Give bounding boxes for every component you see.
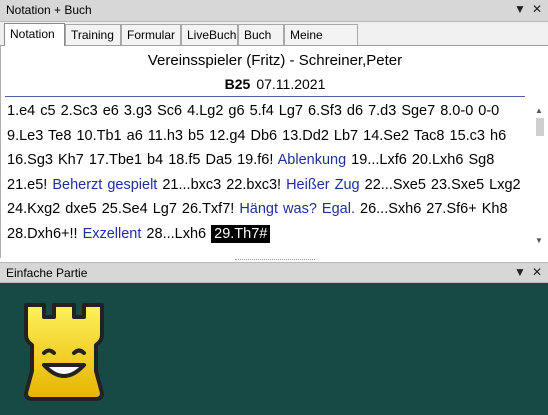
notation-panel-titlebar: Notation + Buch ▼ ✕ xyxy=(0,0,548,22)
panel-menu-icon[interactable]: ▼ xyxy=(514,265,526,279)
scroll-up-icon[interactable]: ▲ xyxy=(535,106,543,115)
move-comment[interactable]: Heißer Zug xyxy=(286,177,360,193)
move-list[interactable]: 1.e4 c5 2.Sc3 e6 3.g3 Sc6 4.Lg2 g6 5.f4 … xyxy=(7,99,523,246)
move-text[interactable]: 21...bxc3 22.bxc3! xyxy=(157,177,286,193)
notation-tabs: Notation Training Formular LiveBuch Buch… xyxy=(0,22,548,62)
panel-menu-icon[interactable]: ▼ xyxy=(514,2,526,16)
board-area xyxy=(0,283,548,415)
move-comment[interactable]: Beherzt gespielt xyxy=(52,177,157,193)
current-move[interactable]: 29.Th7# xyxy=(211,224,271,243)
notation-panel-title: Notation + Buch xyxy=(6,3,92,17)
tab-formular[interactable]: Formular xyxy=(121,24,181,45)
game-players: Vereinsspieler (Fritz) - Schreiner,Peter xyxy=(147,52,403,69)
notation-scrollbar[interactable]: ▲ ▼ xyxy=(534,106,546,251)
move-comment[interactable]: Hängt was? Egal. xyxy=(239,201,355,217)
panel-close-icon[interactable]: ✕ xyxy=(532,265,542,279)
move-text[interactable]: 28...Lxh6 xyxy=(141,226,211,242)
board-panel-titlebar: Einfache Partie ▼ ✕ xyxy=(0,262,548,283)
game-info: B25 07.11.2021 xyxy=(1,76,548,92)
tab-meine-zuege[interactable]: Meine Züge xyxy=(284,24,358,62)
tab-training[interactable]: Training xyxy=(65,24,121,45)
move-comment[interactable]: Exzellent xyxy=(83,226,142,242)
header-divider xyxy=(5,96,525,97)
tab-notation[interactable]: Notation xyxy=(4,23,65,46)
notation-content: Vereinsspieler (Fritz) - Schreiner,Peter… xyxy=(0,46,548,260)
panel-close-icon[interactable]: ✕ xyxy=(532,2,542,16)
game-eco: B25 xyxy=(224,76,251,92)
scroll-down-icon[interactable]: ▼ xyxy=(535,236,543,245)
game-date: 07.11.2021 xyxy=(256,76,326,92)
tab-buch[interactable]: Buch xyxy=(238,24,284,45)
smiling-rook-icon xyxy=(24,303,104,401)
board-panel-title: Einfache Partie xyxy=(6,266,88,280)
move-comment[interactable]: Ablenkung xyxy=(278,152,347,168)
tab-livebuch[interactable]: LiveBuch xyxy=(181,24,238,45)
scroll-thumb[interactable] xyxy=(536,118,544,136)
